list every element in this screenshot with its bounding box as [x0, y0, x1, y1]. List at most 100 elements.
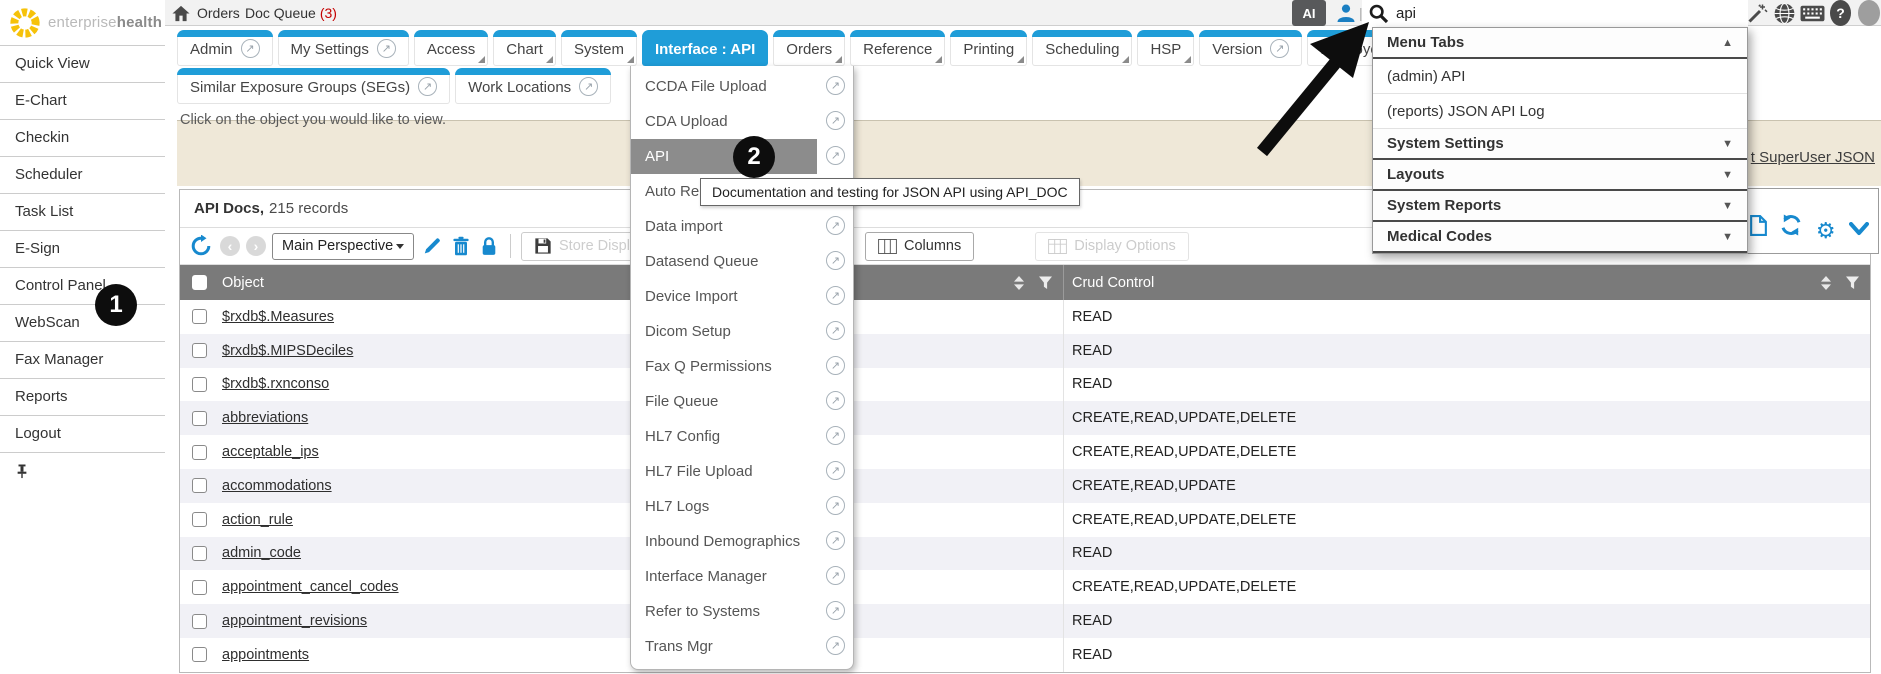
sort-icon[interactable]	[1821, 276, 1831, 290]
sidebar-item[interactable]: Reports	[0, 379, 165, 416]
object-link[interactable]: acceptable_ips	[222, 444, 319, 460]
object-link[interactable]: $rxdb$.rxnconso	[222, 376, 329, 392]
display-options-button[interactable]: Display Options	[1035, 232, 1189, 261]
object-link[interactable]: action_rule	[222, 512, 293, 528]
menu-item[interactable]: HL7 File Upload ↗	[631, 454, 853, 489]
dropdown-row[interactable]: (reports) JSON API Log	[1373, 94, 1747, 129]
menu-item[interactable]: Refer to Systems ↗	[631, 594, 853, 629]
tab[interactable]: Scheduling	[1032, 30, 1132, 66]
row-checkbox[interactable]	[192, 546, 207, 561]
menu-item[interactable]: Interface Manager ↗	[631, 559, 853, 594]
column-header-object[interactable]: Object	[222, 275, 264, 291]
row-checkbox[interactable]	[192, 580, 207, 595]
row-checkbox[interactable]	[192, 343, 207, 358]
tab[interactable]: Orders	[773, 30, 845, 66]
lock-icon[interactable]	[478, 236, 500, 257]
tab[interactable]: System	[561, 30, 637, 66]
sidebar-item[interactable]: E-Sign	[0, 231, 165, 268]
menu-item[interactable]: HL7 Logs ↗	[631, 489, 853, 524]
filter-funnel-icon[interactable]	[1038, 276, 1053, 290]
dropdown-row[interactable]: Medical Codes ▼	[1373, 222, 1747, 253]
sidebar-item[interactable]: Quick View	[0, 46, 165, 83]
search-input[interactable]	[1396, 2, 1516, 24]
tab[interactable]: HSP	[1137, 30, 1194, 66]
home-icon[interactable]	[172, 0, 190, 26]
tab[interactable]: Chart	[493, 30, 556, 66]
sidebar-item[interactable]: Fax Manager	[0, 342, 165, 379]
sidebar-item[interactable]: E-Chart	[0, 83, 165, 120]
row-checkbox[interactable]	[192, 309, 207, 324]
row-checkbox[interactable]	[192, 647, 207, 662]
dropdown-row[interactable]: Layouts ▼	[1373, 160, 1747, 191]
settings-gear-icon[interactable]: ⚙	[1816, 221, 1836, 241]
edit-pencil-icon[interactable]	[420, 236, 444, 256]
filter-funnel-icon[interactable]	[1845, 276, 1860, 290]
menu-item[interactable]: Datasend Queue ↗	[631, 244, 853, 279]
undo-icon[interactable]	[188, 235, 214, 257]
menu-item[interactable]: Dicom Setup ↗	[631, 314, 853, 349]
ai-badge[interactable]: AI	[1292, 0, 1326, 26]
globe-icon[interactable]	[1774, 0, 1795, 26]
row-checkbox[interactable]	[192, 411, 207, 426]
tab[interactable]: Version ↗	[1199, 30, 1302, 66]
menu-item[interactable]: HL7 Config ↗	[631, 419, 853, 454]
breadcrumb-doc-queue[interactable]: Doc Queue (3)	[245, 0, 337, 26]
sidebar-item[interactable]: Task List	[0, 194, 165, 231]
object-link[interactable]: appointment_revisions	[222, 613, 367, 629]
search-icon[interactable]	[1368, 0, 1389, 26]
tab[interactable]: Admin ↗	[177, 30, 273, 66]
tab[interactable]: Work Locations ↗	[455, 68, 611, 104]
menu-item[interactable]: Data import ↗	[631, 209, 853, 244]
sidebar-item[interactable]: Checkin	[0, 120, 165, 157]
menu-item[interactable]: CCDA File Upload ↗	[631, 69, 853, 104]
row-checkbox[interactable]	[192, 377, 207, 392]
tab[interactable]: Similar Exposure Groups (SEGs) ↗	[177, 68, 450, 104]
menu-item[interactable]: Device Import ↗	[631, 279, 853, 314]
tab[interactable]: Reference	[850, 30, 945, 66]
dropdown-row[interactable]: System Reports ▼	[1373, 191, 1747, 222]
tab[interactable]: Printing	[950, 30, 1027, 66]
object-link[interactable]: $rxdb$.Measures	[222, 309, 334, 325]
menu-item[interactable]: File Queue ↗	[631, 384, 853, 419]
next-page-icon[interactable]: ›	[246, 236, 266, 256]
dropdown-row[interactable]: (admin) API	[1373, 59, 1747, 94]
sidebar-item[interactable]: Logout	[0, 416, 165, 453]
object-link[interactable]: appointments	[222, 647, 309, 663]
breadcrumb-orders[interactable]: Orders	[197, 0, 240, 26]
prev-page-icon[interactable]: ‹	[220, 236, 240, 256]
select-all-checkbox[interactable]	[192, 275, 207, 290]
object-link[interactable]: admin_code	[222, 545, 301, 561]
sort-icon[interactable]	[1014, 276, 1024, 290]
row-checkbox[interactable]	[192, 512, 207, 527]
keyboard-icon[interactable]	[1800, 0, 1825, 26]
columns-button[interactable]: Columns	[865, 232, 974, 261]
tab[interactable]: My Settings ↗	[278, 30, 409, 66]
user-person-icon[interactable]	[1336, 0, 1356, 26]
row-checkbox[interactable]	[192, 478, 207, 493]
row-checkbox[interactable]	[192, 614, 207, 629]
pushpin-icon[interactable]	[15, 464, 29, 479]
column-header-crud[interactable]: Crud Control	[1072, 275, 1154, 291]
menu-item[interactable]: Inbound Demographics ↗	[631, 524, 853, 559]
dropdown-row[interactable]: Menu Tabs ▲	[1373, 28, 1747, 59]
menu-item[interactable]: CDA Upload ↗	[631, 104, 853, 139]
delete-trash-icon[interactable]	[450, 236, 472, 256]
object-link[interactable]: abbreviations	[222, 410, 308, 426]
menu-item[interactable]: Fax Q Permissions ↗	[631, 349, 853, 384]
sidebar-item[interactable]: Control Panel	[0, 268, 165, 305]
superuser-link[interactable]: t SuperUser JSON	[1751, 149, 1875, 166]
perspective-select[interactable]: Main Perspective	[272, 233, 414, 260]
magic-wand-icon[interactable]	[1747, 0, 1768, 26]
tab[interactable]: Access	[414, 30, 488, 66]
profile-circle-icon[interactable]	[1858, 0, 1880, 26]
menu-item[interactable]: Trans Mgr ↗	[631, 629, 853, 664]
sidebar-item[interactable]: Scheduler	[0, 157, 165, 194]
tab[interactable]: Interface : API	[642, 30, 768, 66]
help-icon[interactable]: ?	[1830, 0, 1851, 26]
new-document-icon[interactable]	[1750, 215, 1767, 241]
object-link[interactable]: appointment_cancel_codes	[222, 579, 399, 595]
object-link[interactable]: $rxdb$.MIPSDeciles	[222, 343, 353, 359]
object-link[interactable]: accommodations	[222, 478, 332, 494]
refresh-icon[interactable]	[1780, 214, 1802, 241]
collapse-chevron-icon[interactable]	[1849, 222, 1869, 241]
